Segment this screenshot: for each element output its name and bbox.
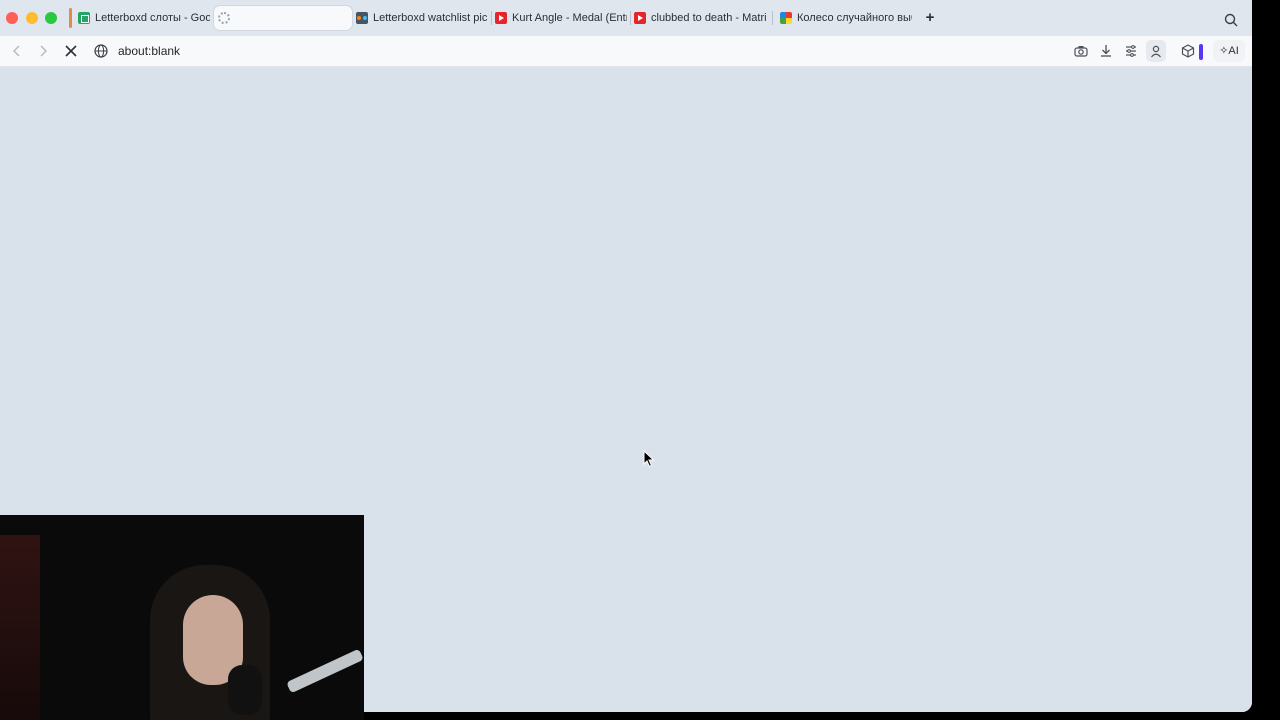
extension-cube-icon[interactable] <box>1180 43 1196 59</box>
camera-icon[interactable] <box>1073 43 1089 59</box>
minimize-window-button[interactable] <box>26 12 38 24</box>
tab-letterboxd-watchlist[interactable]: Letterboxd watchlist pick <box>352 6 488 30</box>
tab-loading[interactable] <box>214 6 352 30</box>
search-tabs-icon[interactable] <box>1224 13 1238 27</box>
back-icon[interactable] <box>9 43 25 59</box>
maximize-window-button[interactable] <box>45 12 57 24</box>
tab-bar: Letterboxd слоты - Goog Letterboxd watch… <box>0 0 1252 36</box>
profile-icon <box>1151 45 1161 58</box>
tab-title: Letterboxd слоты - Goog <box>95 12 210 24</box>
ai-label: AI <box>1228 45 1239 57</box>
loading-spinner-icon <box>218 12 230 24</box>
extension-indicator[interactable] <box>1199 44 1203 60</box>
wheel-icon <box>780 12 792 24</box>
letterboxd-icon <box>356 12 368 24</box>
forward-icon[interactable] <box>35 43 51 59</box>
tab-group-indicator <box>69 8 72 28</box>
google-sheets-icon <box>78 12 90 24</box>
ai-button[interactable]: ✧AI <box>1213 40 1245 62</box>
background-flag <box>0 535 40 720</box>
tab-letterboxd-sheets[interactable]: Letterboxd слоты - Goog <box>74 6 210 30</box>
close-window-button[interactable] <box>6 12 18 24</box>
tab-clubbed-to-death[interactable]: clubbed to death - Matri <box>630 6 766 30</box>
youtube-icon <box>634 12 646 24</box>
tab-title: clubbed to death - Matri <box>651 12 766 24</box>
mouse-cursor-icon <box>643 450 655 468</box>
microphone <box>228 665 262 715</box>
tab-title: Kurt Angle - Medal (Entr <box>512 12 627 24</box>
microphone-arm <box>286 648 364 694</box>
tab-separator <box>772 11 773 25</box>
tab-wheel[interactable]: Колесо случайного выб <box>776 6 912 30</box>
stop-loading-icon[interactable] <box>63 43 79 59</box>
youtube-icon <box>495 12 507 24</box>
globe-icon[interactable] <box>93 43 109 59</box>
settings-sliders-icon[interactable] <box>1123 43 1139 59</box>
new-tab-button[interactable]: + <box>921 9 939 27</box>
tab-title: Колесо случайного выб <box>797 12 912 24</box>
address-bar[interactable]: about:blank <box>118 44 180 58</box>
webcam-overlay <box>0 515 364 720</box>
tab-title: Letterboxd watchlist pick <box>373 12 488 24</box>
tab-kurt-angle[interactable]: Kurt Angle - Medal (Entr <box>491 6 627 30</box>
download-icon[interactable] <box>1098 43 1114 59</box>
toolbar: about:blank ✧AI <box>0 36 1252 67</box>
